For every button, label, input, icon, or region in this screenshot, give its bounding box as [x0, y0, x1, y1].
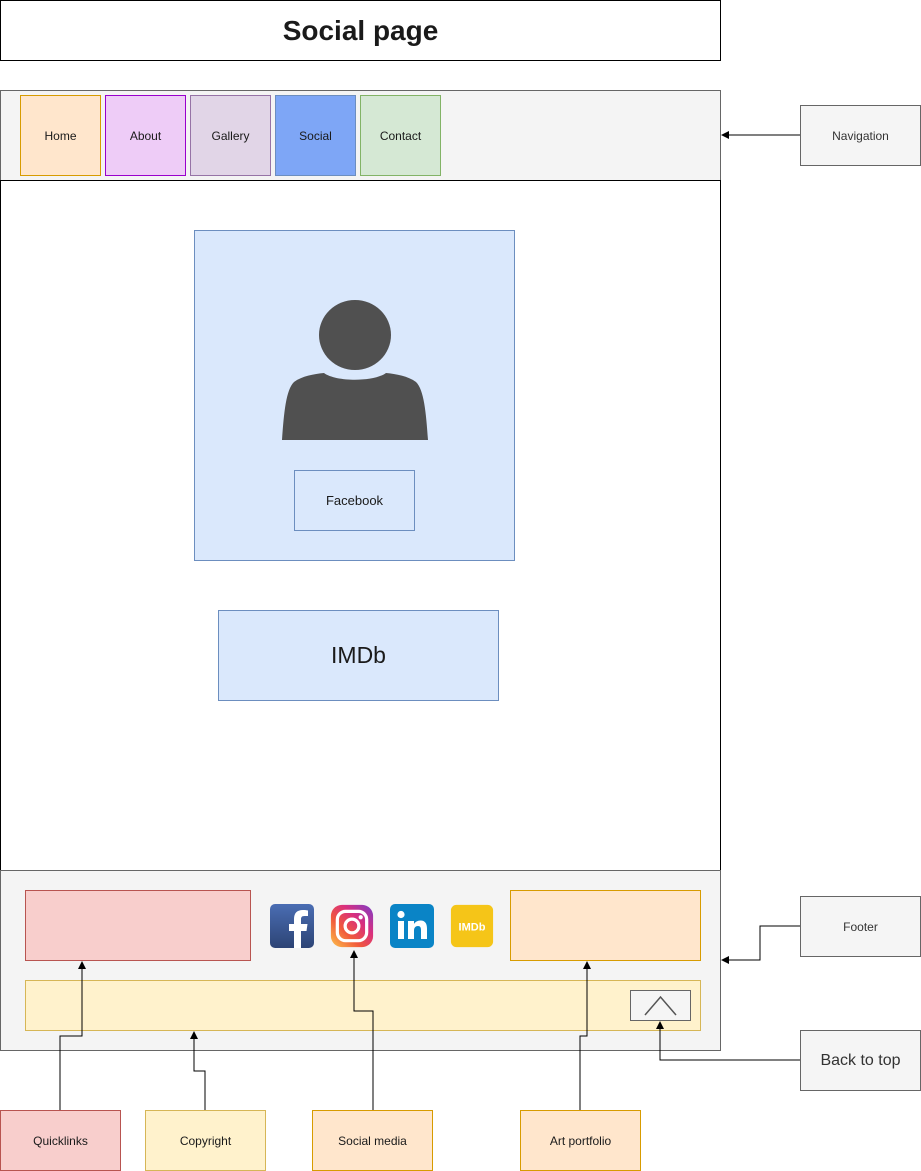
linkedin-icon[interactable] [390, 903, 434, 949]
annotation-copyright: Copyright [145, 1110, 266, 1171]
art-portfolio-area[interactable] [510, 890, 701, 961]
nav-item-social[interactable]: Social [275, 95, 356, 176]
page-title: Social page [0, 0, 721, 61]
back-to-top-button[interactable] [630, 990, 691, 1021]
instagram-icon[interactable] [330, 903, 374, 949]
annotation-back-to-top: Back to top [800, 1030, 921, 1091]
annotation-art-portfolio: Art portfolio [520, 1110, 641, 1171]
annotation-navigation: Navigation [800, 105, 921, 166]
nav-item-contact[interactable]: Contact [360, 95, 441, 176]
nav-item-gallery[interactable]: Gallery [190, 95, 271, 176]
user-silhouette-icon [282, 300, 428, 440]
annotation-footer: Footer [800, 896, 921, 957]
annotation-social-media: Social media [312, 1110, 433, 1171]
quicklinks-area[interactable] [25, 890, 251, 961]
chevron-up-icon [644, 995, 677, 1016]
nav-item-home[interactable]: Home [20, 95, 101, 176]
copyright-bar [25, 980, 701, 1031]
svg-text:IMDb: IMDb [459, 922, 486, 934]
facebook-button[interactable]: Facebook [294, 470, 415, 531]
nav-item-about[interactable]: About [105, 95, 186, 176]
imdb-icon[interactable]: IMDb [450, 903, 494, 949]
facebook-icon[interactable] [270, 903, 314, 949]
annotation-quicklinks: Quicklinks [0, 1110, 121, 1171]
imdb-button[interactable]: IMDb [218, 610, 499, 701]
